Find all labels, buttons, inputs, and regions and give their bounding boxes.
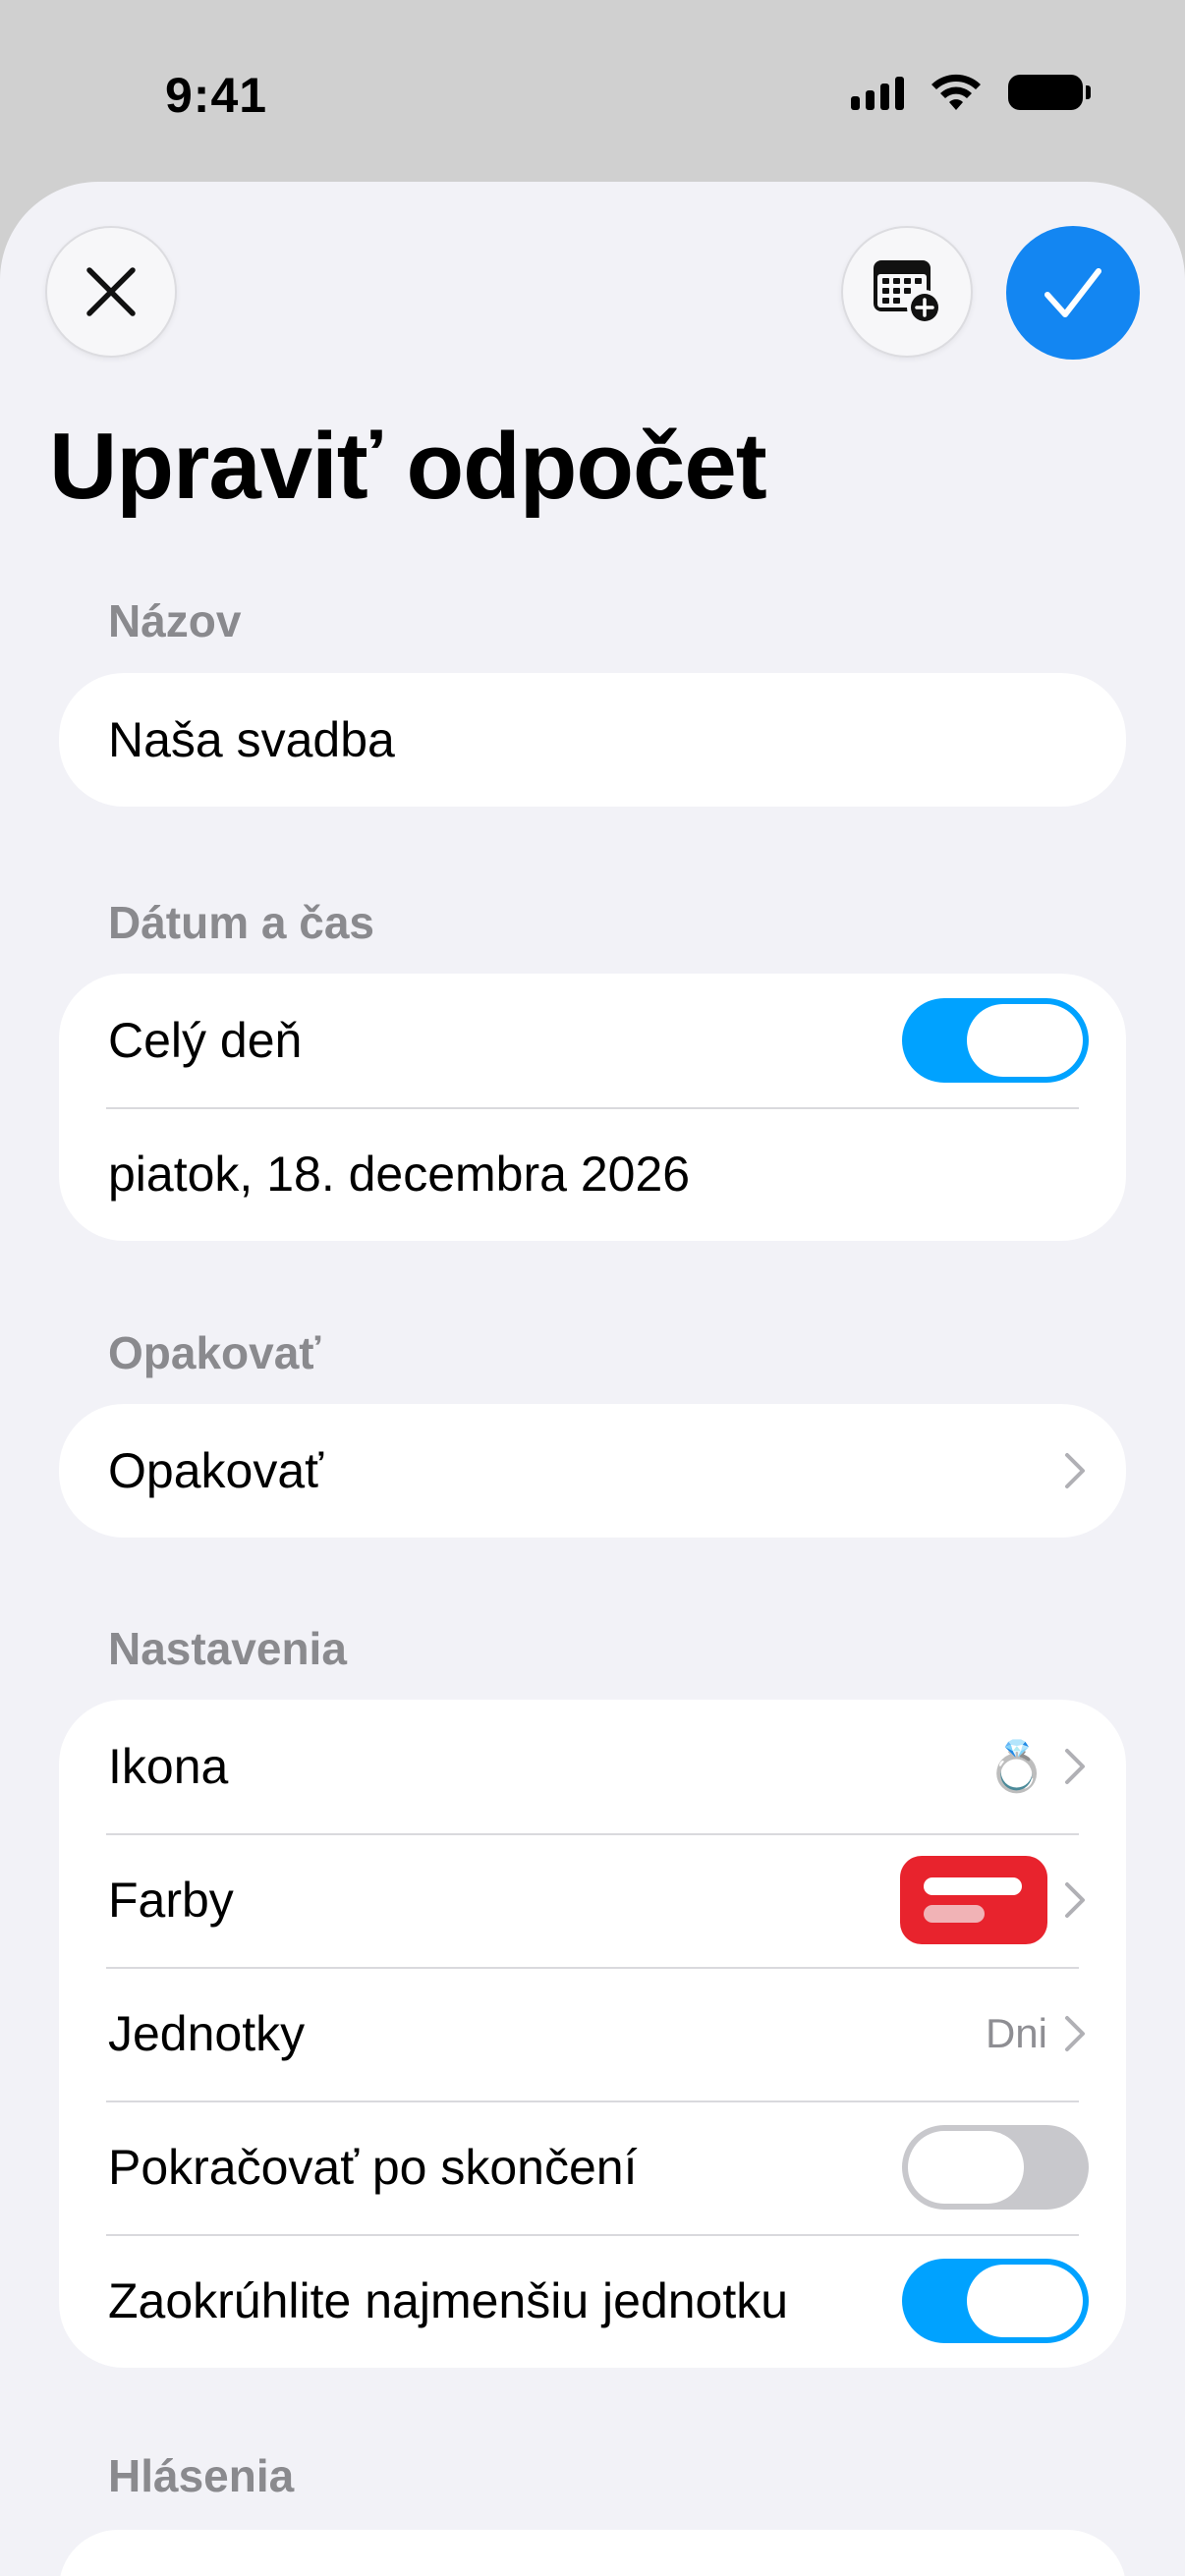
divider <box>106 2234 1079 2236</box>
section-label-settings: Nastavenia <box>108 1623 347 1674</box>
repeat-label: Opakovať <box>108 1443 323 1498</box>
toggle-knob <box>967 1004 1083 1077</box>
settings-card: Ikona 💍 Farby Jednotky Dni Pokračovať po… <box>59 1700 1126 2368</box>
divider <box>106 1107 1079 1109</box>
round-smallest-unit-label: Zaokrúhlite najmenšiu jednotku <box>108 2273 789 2328</box>
wifi-icon <box>931 74 981 110</box>
chevron-right-icon <box>1065 2016 1085 2051</box>
date-card: Celý deň piatok, 18. decembra 2026 <box>59 974 1126 1241</box>
chevron-right-icon <box>1065 1882 1085 1918</box>
cellular-signal-icon <box>851 75 904 110</box>
continue-after-end-label: Pokračovať po skončení <box>108 2140 638 2195</box>
name-input[interactable]: Naša svadba <box>59 673 1126 807</box>
round-smallest-unit-row: Zaokrúhlite najmenšiu jednotku <box>59 2234 1126 2368</box>
chevron-right-icon <box>1065 1749 1085 1784</box>
ring-icon: 💍 <box>986 1739 1047 1794</box>
icon-label: Ikona <box>108 1739 229 1794</box>
name-field-card: Naša svadba <box>59 673 1126 807</box>
toggle-knob <box>967 2265 1083 2337</box>
checkmark-icon <box>1044 268 1101 317</box>
repeat-row[interactable]: Opakovať <box>59 1404 1126 1538</box>
status-bar: 9:41 <box>0 0 1185 187</box>
divider <box>106 1833 1079 1835</box>
divider <box>106 1967 1079 1969</box>
xmark-icon <box>86 267 136 316</box>
status-time: 9:41 <box>165 68 268 123</box>
units-label: Jednotky <box>108 2006 306 2061</box>
section-label-date: Dátum a čas <box>108 897 375 948</box>
section-label-repeat: Opakovať <box>108 1327 321 1378</box>
battery-icon <box>1008 75 1091 110</box>
chevron-right-icon <box>1065 1453 1085 1488</box>
color-swatch <box>900 1856 1047 1944</box>
page-title: Upraviť odpočet <box>49 414 767 519</box>
round-smallest-unit-toggle[interactable] <box>902 2259 1089 2343</box>
name-value: Naša svadba <box>108 712 395 767</box>
colors-label: Farby <box>108 1873 234 1928</box>
section-label-name: Názov <box>108 595 242 646</box>
add-to-calendar-button[interactable] <box>841 226 973 358</box>
all-day-row: Celý deň <box>59 974 1126 1107</box>
units-row[interactable]: Jednotky Dni <box>59 1967 1126 2100</box>
confirm-button[interactable] <box>1006 226 1140 360</box>
toggle-knob <box>908 2131 1024 2204</box>
colors-row[interactable]: Farby <box>59 1833 1126 1967</box>
calendar-badge-plus-icon <box>874 260 942 325</box>
notifications-card[interactable] <box>59 2530 1126 2576</box>
continue-after-end-toggle[interactable] <box>902 2125 1089 2210</box>
date-value: piatok, 18. decembra 2026 <box>108 1147 691 1202</box>
units-value: Dni <box>985 2010 1047 2056</box>
repeat-card: Opakovať <box>59 1404 1126 1538</box>
section-label-notifications: Hlásenia <box>108 2450 295 2501</box>
continue-after-end-row: Pokračovať po skončení <box>59 2100 1126 2234</box>
icon-row[interactable]: Ikona 💍 <box>59 1700 1126 1833</box>
date-row[interactable]: piatok, 18. decembra 2026 <box>59 1107 1126 1241</box>
all-day-label: Celý deň <box>108 1013 303 1068</box>
status-icons <box>851 73 1091 112</box>
close-button[interactable] <box>45 226 177 358</box>
all-day-toggle[interactable] <box>902 998 1089 1083</box>
divider <box>106 2100 1079 2102</box>
edit-countdown-sheet: Upraviť odpočet Názov Naša svadba Dátum … <box>0 182 1185 2576</box>
